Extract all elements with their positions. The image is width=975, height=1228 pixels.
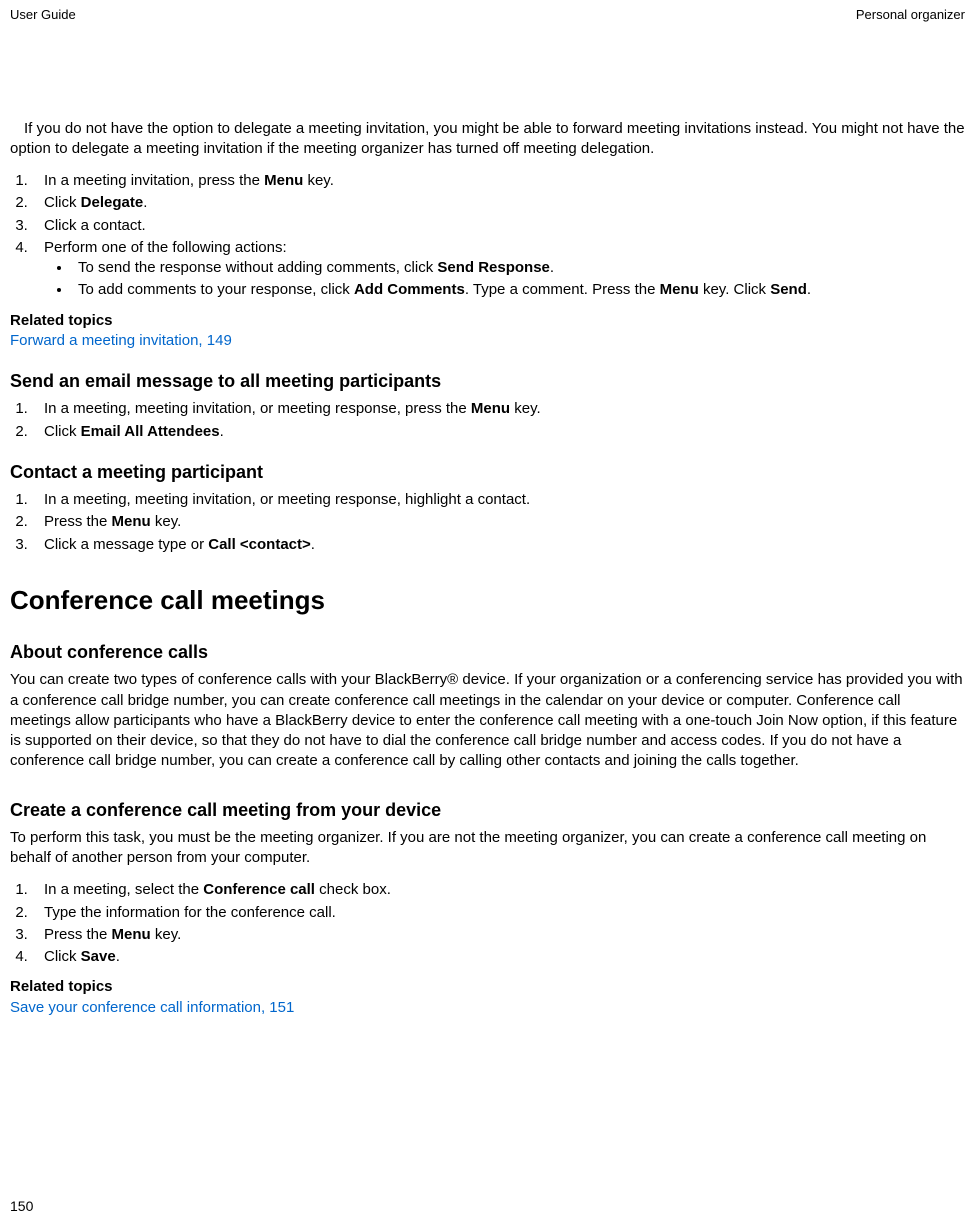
text: Click a message type or bbox=[44, 536, 208, 553]
text: In a meeting, meeting invitation, or mee… bbox=[44, 400, 471, 417]
text: key. bbox=[151, 513, 182, 530]
text: key. Click bbox=[699, 281, 770, 298]
text: Click bbox=[44, 423, 81, 440]
bold-text: Delegate bbox=[81, 194, 144, 211]
list-item: Perform one of the following actions: To… bbox=[32, 238, 965, 301]
text: . bbox=[311, 536, 315, 553]
bold-text: Conference call bbox=[203, 881, 315, 898]
subsection-title-about-conference: About conference calls bbox=[10, 640, 965, 664]
bold-text: Email All Attendees bbox=[81, 423, 220, 440]
bold-text: Menu bbox=[112, 926, 151, 943]
bold-text: Menu bbox=[112, 513, 151, 530]
text: Perform one of the following actions: bbox=[44, 239, 287, 256]
header-right: Personal organizer bbox=[856, 6, 965, 24]
list-item: To add comments to your response, click … bbox=[72, 280, 965, 300]
text: . bbox=[220, 423, 224, 440]
list-item: Press the Menu key. bbox=[32, 925, 965, 945]
text: Press the bbox=[44, 513, 112, 530]
text: . bbox=[116, 948, 120, 965]
list-item: In a meeting, meeting invitation, or mee… bbox=[32, 490, 965, 510]
bold-text: Save bbox=[81, 948, 116, 965]
intro-paragraph: If you do not have the option to delegat… bbox=[10, 119, 965, 160]
text: To send the response without adding comm… bbox=[78, 259, 437, 276]
page-header: User Guide Personal organizer bbox=[10, 6, 965, 24]
section-title-conference-calls: Conference call meetings bbox=[10, 583, 965, 618]
text: key. bbox=[151, 926, 182, 943]
related-topics-label: Related topics bbox=[10, 977, 965, 997]
list-item: Click a contact. bbox=[32, 216, 965, 236]
text: . bbox=[143, 194, 147, 211]
page-number: 150 bbox=[10, 1197, 33, 1216]
sub-bullets: To send the response without adding comm… bbox=[72, 258, 965, 301]
bold-text: Menu bbox=[264, 172, 303, 189]
list-item: Click Delegate. bbox=[32, 193, 965, 213]
related-link-forward-invitation[interactable]: Forward a meeting invitation, 149 bbox=[10, 331, 965, 351]
text: key. bbox=[303, 172, 334, 189]
bold-text: Add Comments bbox=[354, 281, 465, 298]
list-item: In a meeting invitation, press the Menu … bbox=[32, 171, 965, 191]
text: In a meeting, select the bbox=[44, 881, 203, 898]
section-title-email-participants: Send an email message to all meeting par… bbox=[10, 369, 965, 393]
list-item: Click a message type or Call <contact>. bbox=[32, 535, 965, 555]
text: Click bbox=[44, 194, 81, 211]
text: key. bbox=[510, 400, 541, 417]
bold-text: Menu bbox=[660, 281, 699, 298]
create-conference-steps: In a meeting, select the Conference call… bbox=[32, 880, 965, 967]
list-item: Click Email All Attendees. bbox=[32, 422, 965, 442]
header-left: User Guide bbox=[10, 6, 76, 24]
list-item: Type the information for the conference … bbox=[32, 903, 965, 923]
text: To add comments to your response, click bbox=[78, 281, 354, 298]
text: Press the bbox=[44, 926, 112, 943]
text: . bbox=[550, 259, 554, 276]
bold-text: Menu bbox=[471, 400, 510, 417]
bold-text: Call <contact> bbox=[208, 536, 311, 553]
text: . bbox=[807, 281, 811, 298]
about-conference-paragraph: You can create two types of conference c… bbox=[10, 670, 965, 771]
list-item: To send the response without adding comm… bbox=[72, 258, 965, 278]
related-link-save-conference-info[interactable]: Save your conference call information, 1… bbox=[10, 998, 965, 1018]
list-item: Click Save. bbox=[32, 947, 965, 967]
bold-text: Send Response bbox=[437, 259, 550, 276]
related-topics-label: Related topics bbox=[10, 311, 965, 331]
list-item: Press the Menu key. bbox=[32, 512, 965, 532]
text: Click bbox=[44, 948, 81, 965]
list-item: In a meeting, select the Conference call… bbox=[32, 880, 965, 900]
email-steps: In a meeting, meeting invitation, or mee… bbox=[32, 399, 965, 442]
text: . Type a comment. Press the bbox=[465, 281, 660, 298]
delegate-steps: In a meeting invitation, press the Menu … bbox=[32, 171, 965, 301]
contact-steps: In a meeting, meeting invitation, or mee… bbox=[32, 490, 965, 555]
create-conference-intro: To perform this task, you must be the me… bbox=[10, 828, 965, 869]
text: In a meeting invitation, press the bbox=[44, 172, 264, 189]
bold-text: Send bbox=[770, 281, 807, 298]
text: check box. bbox=[315, 881, 391, 898]
subsection-title-create-conference: Create a conference call meeting from yo… bbox=[10, 798, 965, 822]
list-item: In a meeting, meeting invitation, or mee… bbox=[32, 399, 965, 419]
section-title-contact-participant: Contact a meeting participant bbox=[10, 460, 965, 484]
